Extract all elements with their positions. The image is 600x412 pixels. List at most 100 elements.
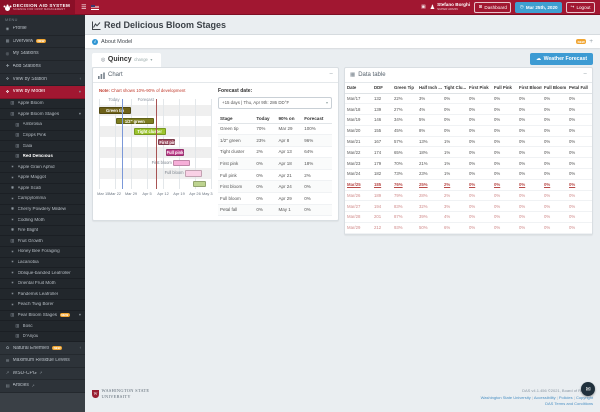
stage-cell: 0% [254, 193, 276, 205]
us-flag-icon[interactable] [91, 5, 99, 10]
sidebar-item-lacanobia[interactable]: ✶Lacanobia [0, 258, 85, 269]
sidebar-item-fire-blight[interactable]: ✱Fire Blight [0, 226, 85, 237]
data-cell: 0% [442, 115, 467, 126]
sidebar-item-fruit-growth[interactable]: ▥Fruit Growth [0, 236, 85, 247]
forecast-date-label: Forecast date: [218, 88, 332, 94]
sidebar-item-label: Apple Maggot [18, 175, 46, 180]
station-change-link[interactable]: change [134, 57, 148, 62]
data-cell: 0% [517, 158, 542, 169]
data-row-mar-22: Mar/2217465%18%1%0%0%0%0%0% [345, 147, 592, 158]
sidebar-item-overview[interactable]: ▦OverviewNEW [0, 36, 85, 49]
pest-icon: ✶ [10, 250, 15, 254]
data-cell: 0% [542, 136, 567, 147]
pest-icon: ✶ [10, 176, 15, 180]
sidebar-item-codling-moth[interactable]: ✶Codling Moth [0, 215, 85, 226]
footer-link-washington-state-university[interactable]: Washington State University [481, 395, 531, 400]
sidebar-item-apple-maggot[interactable]: ✶Apple Maggot [0, 173, 85, 184]
sidebar-item-profile[interactable]: ◉Profile [0, 23, 85, 36]
sidebar-item-view-by-station[interactable]: ❖View by Station‹ [0, 74, 85, 87]
model-icon: ▥ [15, 123, 20, 127]
data-cell: 45% [392, 125, 417, 136]
user-menu[interactable]: ♟ Stefano Borghi SUPER ADMIN [430, 2, 470, 11]
wsu-shield-icon: W [92, 390, 99, 398]
data-cell: 0% [467, 93, 492, 104]
profile-icon: ◉ [5, 27, 10, 31]
data-cell: 2% [442, 179, 467, 190]
sidebar-item-add-stations[interactable]: ✚Add Stations [0, 61, 85, 74]
sidebar-item-apple-scab[interactable]: ✱Apple Scab [0, 184, 85, 195]
data-cell: 28% [417, 190, 442, 201]
footer-link-policies[interactable]: Policies [559, 395, 573, 400]
data-cell: 0% [442, 93, 467, 104]
sidebar-item-label: Apple Bloom Stages [18, 112, 60, 117]
sidebar-item-bosc[interactable]: ▥Bosc [0, 321, 85, 332]
stage-cell: 0% [254, 158, 276, 170]
info-icon: i [92, 39, 98, 45]
chart-collapse-icon[interactable]: − [329, 72, 333, 79]
forecast-date-select[interactable]: +15 days | Thu, Apr 9th: 286 DD°F ▾ [218, 97, 332, 109]
contact-fab-button[interactable]: ✉ [581, 382, 595, 396]
expand-plus-icon[interactable]: + [589, 38, 593, 45]
station-tab[interactable]: ◎ Quincy change ▾ [92, 53, 161, 67]
sidebar-item-apple-bloom-stages[interactable]: ▥Apple Bloom Stages▾ [0, 109, 85, 120]
apps-icon[interactable]: ▣ [421, 4, 426, 10]
sidebar-item-pear-bloom-stages[interactable]: ▥Pear Bloom StagesNEW▾ [0, 311, 85, 322]
mrl-icon: ☰ [5, 359, 10, 363]
data-cell: 0% [517, 179, 542, 190]
data-cell: 4% [417, 104, 442, 115]
data-cell: 0% [442, 104, 467, 115]
sidebar-item-cripps-pink[interactable]: ▥Cripps Pink [0, 131, 85, 142]
chart-panel-title: Chart [108, 72, 123, 78]
brand[interactable]: Decision Aid System Science for Crop Man… [0, 0, 75, 14]
sidebar-item-honey-bee-foraging[interactable]: ✶Honey Bee Foraging [0, 247, 85, 258]
sidebar-item-cherry-powdery-mildew[interactable]: ✱Cherry Powdery Mildew [0, 205, 85, 216]
sidebar-item-gala[interactable]: ▥Gala [0, 141, 85, 152]
sidebar-item-articles[interactable]: ▤Articles↗ [0, 380, 85, 393]
sidebar-item-apple-grain-aphid[interactable]: ✶Apple Grain Aphid [0, 162, 85, 173]
data-cell: 132 [372, 93, 392, 104]
stage-col-header: Forecast [302, 114, 332, 124]
data-col-header: Full Bloom [542, 83, 567, 94]
dashboard-button[interactable]: ⊞ Dashboard [474, 2, 511, 13]
sidebar-item-pandemis-leafroller[interactable]: ✶Pandemis Leafroller [0, 289, 85, 300]
sidebar-item-maximum-residue-levels[interactable]: ☰Maximum Residue Levels [0, 355, 85, 368]
data-cell: 0% [467, 179, 492, 190]
data-cell: 0% [567, 179, 592, 190]
sidebar-item-red-delicious[interactable]: ▥Red Delicious [0, 152, 85, 163]
sidebar-item-oriental-fruit-moth[interactable]: ✶Oriental Fruit Moth [0, 279, 85, 290]
sidebar-item-d-anjou[interactable]: ▥D'Anjou [0, 332, 85, 343]
axis-tick: Mar 15 [97, 191, 109, 196]
date-button[interactable]: ◷ Mar 25th, 2020 [515, 2, 562, 13]
station-row: ◎ Quincy change ▾ ☁ Weather Forecast [85, 48, 600, 67]
sidebar-item-my-stations[interactable]: ◎My Stations [0, 48, 85, 61]
logout-button[interactable]: ↪ Logout [566, 2, 595, 13]
data-cell: 57% [392, 136, 417, 147]
sidebar-item-campylomma[interactable]: ✶Campylomma [0, 194, 85, 205]
data-cell: 139 [372, 104, 392, 115]
data-cell: Mar/27 [345, 201, 372, 212]
sidebar-item-natural-enemies[interactable]: ✿Natural EnemiesNEW‹ [0, 342, 85, 355]
sidebar-item-peach-twig-borer[interactable]: ✶Peach Twig Borer [0, 300, 85, 311]
sidebar-item-wsu-cpg[interactable]: ↗WSU-CPG↗ [0, 368, 85, 381]
stage-bar-petal-fall [193, 181, 207, 188]
data-collapse-icon[interactable]: − [583, 72, 587, 79]
sidebar-item-label: Add Stations [13, 64, 41, 69]
sidebar-item-view-by-model[interactable]: ❖View by Model▾ [0, 86, 85, 99]
data-cell: 0% [467, 158, 492, 169]
data-cell: 0% [517, 212, 542, 223]
footer-link-accessibility[interactable]: Accessibility [534, 395, 556, 400]
footer-terms-link[interactable]: DAS Terms and Conditions [545, 401, 593, 406]
stage-cell: 96% [302, 135, 332, 147]
sidebar-item-apple-bloom[interactable]: ▥Apple Bloom [0, 99, 85, 110]
data-cell: 0% [492, 158, 517, 169]
data-cell: 0% [492, 168, 517, 179]
data-cell: 39% [417, 212, 442, 223]
sidebar-item-ambrosia[interactable]: ▥Ambrosia [0, 120, 85, 131]
weather-forecast-button[interactable]: ☁ Weather Forecast [530, 53, 593, 65]
page-title: Red Delicious Bloom Stages [104, 20, 226, 30]
sidebar-item-oblique-banded-leafroller[interactable]: ✶Oblique-banded Leafroller [0, 268, 85, 279]
gantt-rows: Green tip1/2" greenTight clusterFirst pi… [99, 105, 211, 189]
hamburger-icon[interactable]: ☰ [81, 4, 86, 11]
about-model-accordion[interactable]: i About Model NEW + [85, 35, 600, 48]
bloom-chart-icon [92, 21, 101, 30]
